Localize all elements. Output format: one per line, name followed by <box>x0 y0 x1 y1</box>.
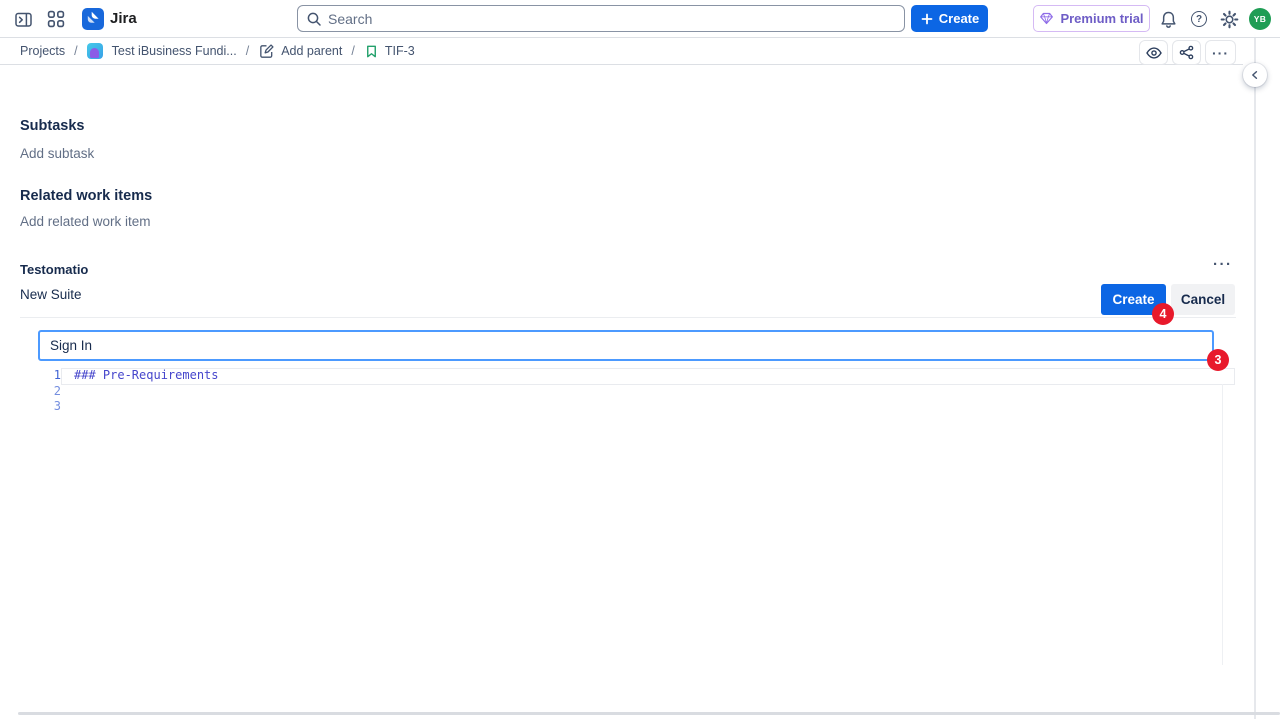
horizontal-scrollbar[interactable] <box>18 712 1280 715</box>
user-avatar[interactable]: YB <box>1249 8 1271 30</box>
add-parent-button[interactable]: Add parent <box>258 43 342 60</box>
global-search[interactable] <box>297 5 905 32</box>
share-button[interactable] <box>1172 40 1201 65</box>
suite-cancel-button[interactable]: Cancel <box>1171 284 1235 315</box>
gear-icon <box>1220 10 1239 29</box>
edit-pencil-icon <box>258 43 275 60</box>
chevron-left-icon <box>1248 68 1262 82</box>
code-text <box>61 399 74 415</box>
line-number: 3 <box>38 399 61 415</box>
code-text: ### Pre-Requirements <box>61 368 219 384</box>
sidebar-toggle-icon <box>14 10 33 29</box>
breadcrumb-more-button[interactable]: ··· <box>1205 40 1236 65</box>
notifications-button[interactable] <box>1157 8 1179 30</box>
add-parent-label: Add parent <box>281 44 342 58</box>
editor-right-border <box>1222 384 1223 665</box>
breadcrumb-issue-key[interactable]: TIF-3 <box>364 44 415 59</box>
breadcrumb-separator: / <box>74 44 77 58</box>
editor-line-3[interactable]: 3 <box>38 399 1235 415</box>
global-create-button[interactable]: Create <box>911 5 988 32</box>
breadcrumb-project-link[interactable]: Test iBusiness Fundi... <box>112 44 237 58</box>
breadcrumb-separator: / <box>351 44 354 58</box>
gem-icon <box>1039 11 1054 26</box>
add-related-work-item-button[interactable]: Add related work item <box>20 214 151 229</box>
panel-divider <box>1254 38 1256 719</box>
project-avatar-icon[interactable] <box>87 43 103 59</box>
premium-trial-label: Premium trial <box>1060 11 1143 26</box>
app-switcher-icon <box>47 10 65 28</box>
editor-line-1[interactable]: 1 ### Pre-Requirements <box>38 368 1235 384</box>
sidebar-toggle-button[interactable] <box>12 8 34 30</box>
premium-trial-button[interactable]: Premium trial <box>1033 5 1150 32</box>
code-text <box>61 384 74 400</box>
share-icon <box>1178 44 1195 61</box>
annotation-badge-4: 4 <box>1152 303 1174 325</box>
jira-logo-icon[interactable] <box>82 8 104 30</box>
line-number: 1 <box>38 368 61 384</box>
suite-name-input[interactable] <box>38 330 1214 361</box>
collapse-panel-button[interactable] <box>1243 63 1267 87</box>
plus-icon <box>920 12 934 26</box>
breadcrumb: Projects / Test iBusiness Fundi... / Add… <box>0 38 1243 65</box>
breadcrumb-separator: / <box>246 44 249 58</box>
line-number: 2 <box>38 384 61 400</box>
app-name: Jira <box>110 10 137 27</box>
suite-code-editor[interactable]: 1 ### Pre-Requirements 2 3 <box>38 368 1235 665</box>
eye-icon <box>1145 44 1163 62</box>
testomatio-more-button[interactable]: ··· <box>1213 256 1233 273</box>
jira-app-window: Jira Create <box>0 0 1280 719</box>
top-navigation-bar: Jira Create <box>0 0 1280 38</box>
bookmark-icon <box>364 44 379 59</box>
annotation-badge-3: 3 <box>1207 349 1229 371</box>
editor-line-2[interactable]: 2 <box>38 384 1235 400</box>
search-input[interactable] <box>328 11 896 27</box>
breadcrumb-projects-link[interactable]: Projects <box>20 44 65 58</box>
issue-key-label: TIF-3 <box>385 44 415 58</box>
add-subtask-button[interactable]: Add subtask <box>20 146 94 161</box>
app-switcher-button[interactable] <box>45 8 67 30</box>
search-icon <box>306 11 322 27</box>
bell-icon <box>1159 10 1178 29</box>
section-divider <box>20 317 1236 318</box>
testomatio-heading: Testomatio <box>20 262 88 277</box>
help-icon: ? <box>1191 11 1207 27</box>
settings-button[interactable] <box>1218 8 1240 30</box>
global-create-label: Create <box>939 11 979 26</box>
new-suite-label: New Suite <box>20 287 82 302</box>
subtasks-heading: Subtasks <box>20 118 84 134</box>
related-work-items-heading: Related work items <box>20 188 152 204</box>
watch-button[interactable] <box>1139 40 1168 65</box>
help-button[interactable]: ? <box>1188 8 1210 30</box>
